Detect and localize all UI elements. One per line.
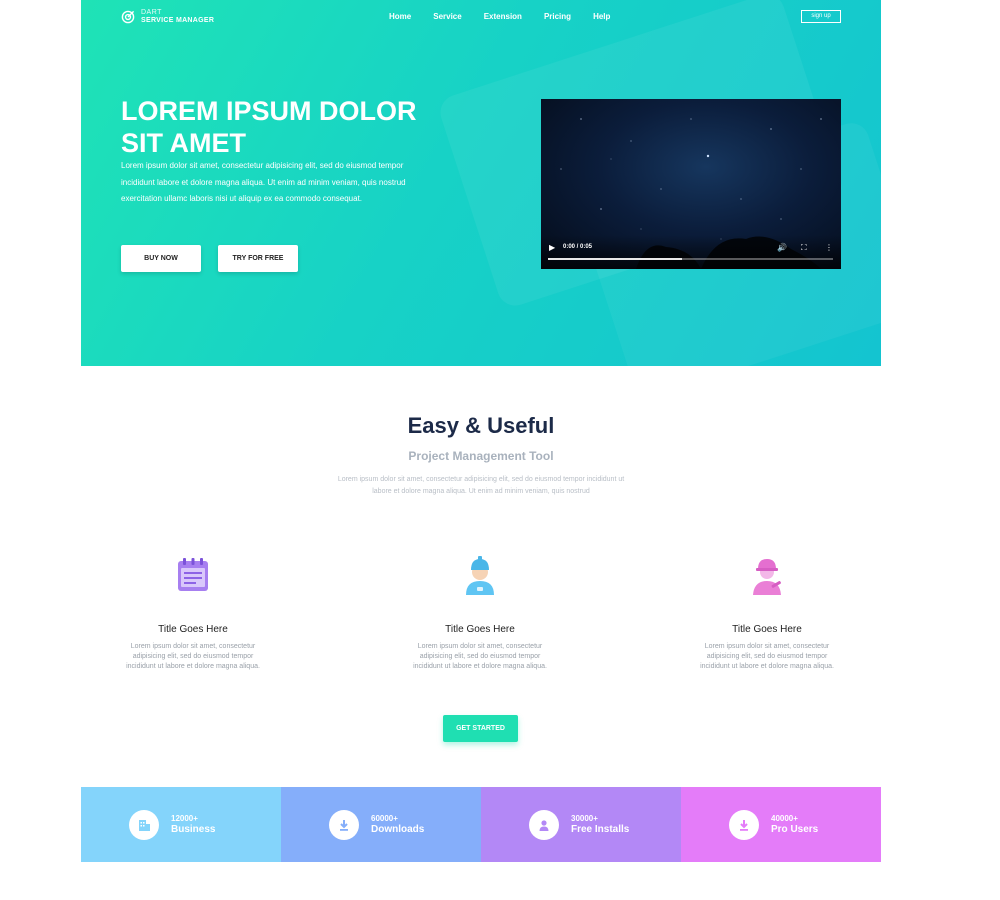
volume-icon[interactable]: 🔊 bbox=[777, 243, 787, 252]
brand-text: DART SERVICE MANAGER bbox=[141, 9, 214, 25]
video-time: 0:00 / 0:05 bbox=[563, 244, 593, 250]
feature-text: Lorem ipsum dolor sit amet, consectetur … bbox=[126, 643, 260, 670]
stat-downloads: 60000+ Downloads bbox=[281, 787, 481, 862]
feature-card-1: Title Goes Here Lorem ipsum dolor sit am… bbox=[118, 555, 268, 672]
feature-text: Lorem ipsum dolor sit amet, consectetur … bbox=[413, 643, 547, 670]
building-icon bbox=[139, 820, 150, 831]
engineer-icon bbox=[753, 559, 781, 595]
stat-business: 12000+ Business bbox=[81, 787, 281, 862]
stat-free-installs: 30000+ Free Installs bbox=[481, 787, 681, 862]
section-subtitle: Project Management Tool bbox=[408, 449, 554, 463]
stat-number: 40000+ bbox=[771, 814, 798, 823]
nav-help[interactable]: Help bbox=[593, 12, 610, 21]
stat-number: 30000+ bbox=[571, 814, 598, 823]
video-player[interactable]: ▶ 0:00 / 0:05 🔊 ⛶ ⋮ bbox=[541, 99, 841, 269]
section-title: Easy & Useful bbox=[407, 413, 555, 438]
stat-label: Free Installs bbox=[571, 824, 630, 835]
stat-icon-circle bbox=[529, 810, 559, 840]
top-navigation: DART SERVICE MANAGER Home Service Extens… bbox=[81, 0, 881, 36]
stat-label: Downloads bbox=[371, 824, 425, 835]
stat-icon-circle bbox=[129, 810, 159, 840]
notepad-icon bbox=[178, 558, 208, 591]
stat-icon-circle bbox=[729, 810, 759, 840]
worker-icon bbox=[466, 556, 494, 595]
brand-logo[interactable]: DART SERVICE MANAGER bbox=[121, 9, 214, 25]
buy-now-button[interactable]: BUY NOW bbox=[121, 245, 201, 272]
download-icon bbox=[740, 820, 748, 831]
hero-section: DART SERVICE MANAGER Home Service Extens… bbox=[81, 0, 881, 366]
download-icon bbox=[340, 820, 348, 831]
fullscreen-icon[interactable]: ⛶ bbox=[801, 243, 807, 253]
feature-title: Title Goes Here bbox=[445, 624, 515, 635]
sign-up-button[interactable]: sign up bbox=[801, 10, 841, 23]
nav-extension[interactable]: Extension bbox=[484, 12, 522, 21]
stats-bar: 12000+ Business 60000+ Downloads 30000+ … bbox=[81, 787, 881, 862]
nav-home[interactable]: Home bbox=[389, 12, 411, 21]
feature-title: Title Goes Here bbox=[158, 624, 228, 635]
nav-pricing[interactable]: Pricing bbox=[544, 12, 571, 21]
nav-service[interactable]: Service bbox=[433, 12, 461, 21]
video-progress-bar[interactable] bbox=[548, 258, 833, 260]
target-icon bbox=[121, 10, 135, 24]
stat-number: 60000+ bbox=[371, 814, 398, 823]
feature-title: Title Goes Here bbox=[732, 624, 802, 635]
feature-text: Lorem ipsum dolor sit amet, consectetur … bbox=[700, 643, 834, 670]
stat-label: Business bbox=[171, 824, 216, 835]
stat-pro-users: 40000+ Pro Users bbox=[681, 787, 881, 862]
hero-title: LOREM IPSUM DOLOR SIT AMET bbox=[121, 96, 417, 158]
brand-line1: DART bbox=[141, 9, 162, 16]
feature-card-3: Title Goes Here Lorem ipsum dolor sit am… bbox=[692, 555, 842, 672]
video-controls: ▶ 0:00 / 0:05 🔊 ⛶ ⋮ bbox=[541, 235, 841, 269]
user-icon bbox=[539, 820, 549, 831]
stat-label: Pro Users bbox=[771, 824, 819, 835]
main-menu: Home Service Extension Pricing Help bbox=[389, 12, 632, 21]
stat-number: 12000+ bbox=[171, 814, 198, 823]
hero-description: Lorem ipsum dolor sit amet, consectetur … bbox=[121, 161, 406, 203]
more-options-icon[interactable]: ⋮ bbox=[825, 243, 833, 252]
video-progress-fill bbox=[548, 258, 682, 260]
try-free-button[interactable]: TRY FOR FREE bbox=[218, 245, 298, 272]
brand-line2: SERVICE MANAGER bbox=[141, 17, 215, 24]
landing-page: DART SERVICE MANAGER Home Service Extens… bbox=[81, 0, 881, 900]
section-description: Lorem ipsum dolor sit amet, consectetur … bbox=[337, 476, 625, 495]
play-icon[interactable]: ▶ bbox=[549, 243, 555, 252]
get-started-button[interactable]: GET STARTED bbox=[443, 715, 518, 742]
stat-icon-circle bbox=[329, 810, 359, 840]
feature-card-2: Title Goes Here Lorem ipsum dolor sit am… bbox=[405, 555, 555, 672]
